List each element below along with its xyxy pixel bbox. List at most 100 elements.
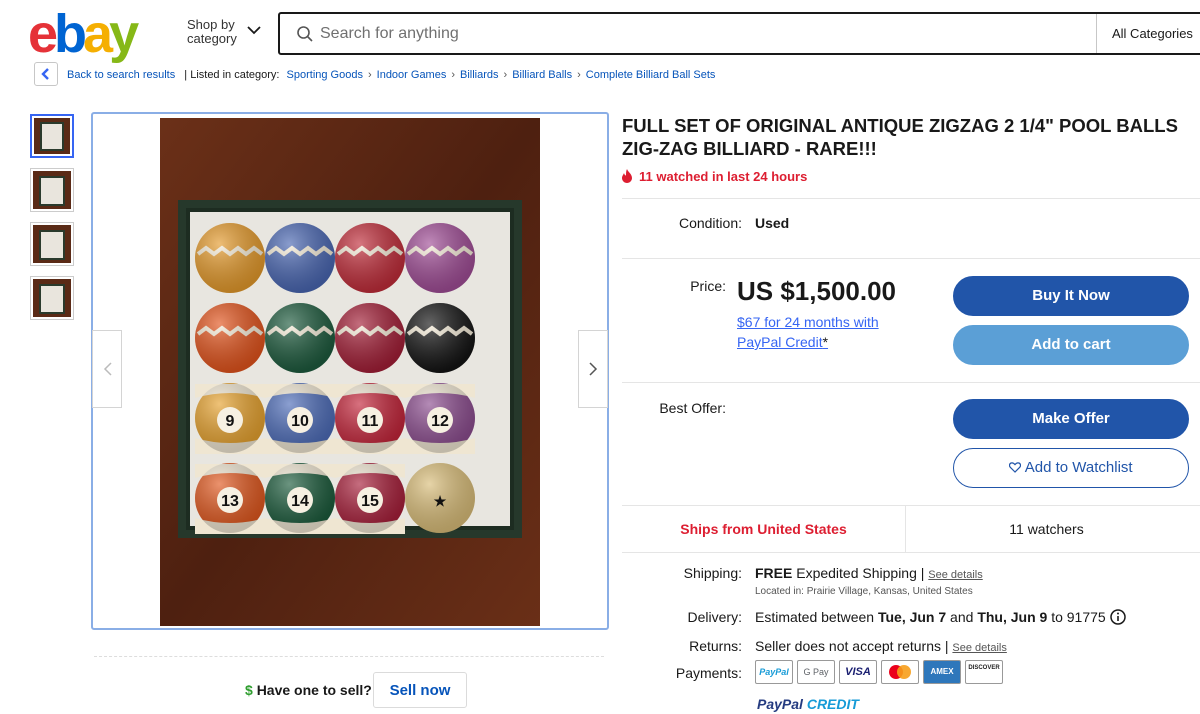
thumbnail-4[interactable] (30, 276, 74, 320)
paypal-icon: PayPal (755, 660, 793, 684)
breadcrumb-billiards[interactable]: Billiards (460, 69, 499, 81)
breadcrumb-complete-sets[interactable]: Complete Billiard Ball Sets (586, 69, 716, 81)
payments-label: Payments: (675, 665, 742, 681)
payment-methods: PayPal G Pay VISA AMEX DISCOVER (755, 660, 1003, 684)
breadcrumb-separator: › (503, 69, 508, 81)
best-offer-label: Best Offer: (659, 400, 726, 416)
breadcrumb-indoor-games[interactable]: Indoor Games (377, 69, 447, 81)
condition-value: Used (755, 215, 790, 231)
back-to-search-link[interactable]: Back to search results (67, 69, 175, 81)
billiard-ball (265, 223, 335, 293)
svg-text:15: 15 (361, 493, 379, 510)
watched-text: 11 watched in last 24 hours (639, 169, 808, 184)
paypal-credit-offer-link[interactable]: $67 for 24 months with PayPal Credit* (737, 312, 917, 352)
paypal-credit-offer-text: $67 for 24 months with PayPal Credit (737, 314, 879, 350)
delivery-value: Estimated between Tue, Jun 7 and Thu, Ju… (755, 609, 1126, 625)
billiard-ball: 9 (195, 383, 265, 454)
sell-now-button[interactable]: Sell now (373, 672, 467, 708)
chevron-left-icon (103, 362, 112, 376)
svg-text:10: 10 (291, 413, 309, 430)
ebay-logo[interactable]: ebay (28, 4, 139, 64)
breadcrumb: Back to search results | Listed in categ… (67, 69, 715, 81)
svg-text:14: 14 (291, 493, 309, 510)
billiard-ball: 15 (335, 463, 405, 534)
add-to-cart-button[interactable]: Add to cart (953, 325, 1189, 365)
billiard-ball: 13 (195, 463, 265, 534)
paypal-credit-logo: PayPal CREDIT (757, 696, 859, 712)
svg-text:9: 9 (226, 413, 235, 430)
paypal-credit-logo-b: CREDIT (802, 696, 859, 712)
paypal-credit-star: * (822, 334, 829, 350)
billiard-ball: 14 (265, 463, 335, 534)
divider (622, 382, 1200, 383)
billiard-ball: 11 (335, 383, 405, 454)
next-image-button[interactable] (578, 330, 608, 408)
thumbnail-1[interactable] (30, 114, 74, 158)
google-pay-icon: G Pay (797, 660, 835, 684)
billiard-ball (265, 303, 335, 373)
make-offer-button[interactable]: Make Offer (953, 399, 1189, 439)
ships-from-badge: Ships from United States (680, 521, 847, 537)
watchers-count: 11 watchers (905, 506, 1187, 552)
product-photo[interactable]: 9 10 11 12 13 14 15 ★ (160, 118, 540, 626)
buy-it-now-button[interactable]: Buy It Now (953, 276, 1189, 316)
add-to-watchlist-button[interactable]: Add to Watchlist (953, 448, 1189, 488)
price-value: US $1,500.00 (737, 276, 897, 306)
svg-text:11: 11 (362, 413, 379, 430)
logo-letter-e: e (28, 4, 58, 64)
billiard-ball (335, 223, 405, 293)
billiard-ball (195, 303, 265, 373)
watched-indicator: 11 watched in last 24 hours (621, 169, 807, 184)
shipping-method: Expedited Shipping | (792, 565, 929, 581)
breadcrumb-separator: › (367, 69, 372, 81)
chevron-right-icon (589, 362, 598, 376)
returns-see-details-link[interactable]: See details (952, 642, 1006, 654)
billiard-ball (335, 303, 405, 373)
logo-letter-b: b (54, 4, 87, 64)
breadcrumb-billiard-balls[interactable]: Billiard Balls (512, 69, 572, 81)
delivery-and: and (946, 609, 978, 625)
back-button[interactable] (34, 62, 58, 86)
heart-icon (1009, 462, 1022, 473)
category-select[interactable]: All Categories (1112, 26, 1193, 41)
billiard-ball (405, 223, 475, 293)
svg-text:13: 13 (221, 493, 239, 510)
svg-text:12: 12 (431, 413, 449, 430)
divider (622, 258, 1200, 259)
dollar-icon: $ (245, 682, 253, 698)
returns-label: Returns: (689, 638, 742, 654)
shipping-value: FREE Expedited Shipping | See details (755, 565, 983, 581)
logo-letter-y: y (109, 4, 139, 64)
returns-value: Seller does not accept returns | See det… (755, 638, 1007, 654)
info-icon[interactable] (1109, 609, 1126, 625)
listing-title: FULL SET OF ORIGINAL ANTIQUE ZIGZAG 2 1/… (622, 115, 1178, 159)
logo-letter-a: a (83, 4, 113, 64)
search-input[interactable] (320, 22, 1080, 46)
chevron-left-icon (41, 68, 49, 80)
shipping-see-details-link[interactable]: See details (928, 569, 982, 581)
shop-by-category-button[interactable]: Shop by category (187, 18, 237, 46)
thumbnail-3[interactable] (30, 222, 74, 266)
search-icon (297, 26, 313, 42)
shop-by-line1: Shop by (187, 17, 235, 32)
search-divider (1096, 14, 1097, 53)
listed-in-label: | Listed in category: (184, 69, 280, 81)
sell-question: $ Have one to sell? (245, 682, 372, 698)
prev-image-button[interactable] (92, 330, 122, 408)
amex-icon: AMEX (923, 660, 961, 684)
thumbnail-2[interactable] (30, 168, 74, 212)
billiard-ball (195, 223, 265, 293)
shipping-free: FREE (755, 565, 793, 581)
delivery-end: Thu, Jun 9 (977, 609, 1048, 625)
breadcrumb-sporting-goods[interactable]: Sporting Goods (287, 69, 363, 81)
mastercard-icon (881, 660, 919, 684)
chevron-down-icon[interactable] (246, 24, 262, 36)
fire-icon (622, 169, 632, 183)
svg-text:★: ★ (434, 493, 447, 509)
breadcrumb-separator: › (577, 69, 581, 81)
item-location: Located in: Prairie Village, Kansas, Uni… (755, 586, 973, 597)
shipping-label: Shipping: (683, 565, 742, 581)
delivery-start: Tue, Jun 7 (877, 609, 947, 625)
billiard-ball: 10 (265, 383, 335, 454)
divider (622, 198, 1200, 199)
